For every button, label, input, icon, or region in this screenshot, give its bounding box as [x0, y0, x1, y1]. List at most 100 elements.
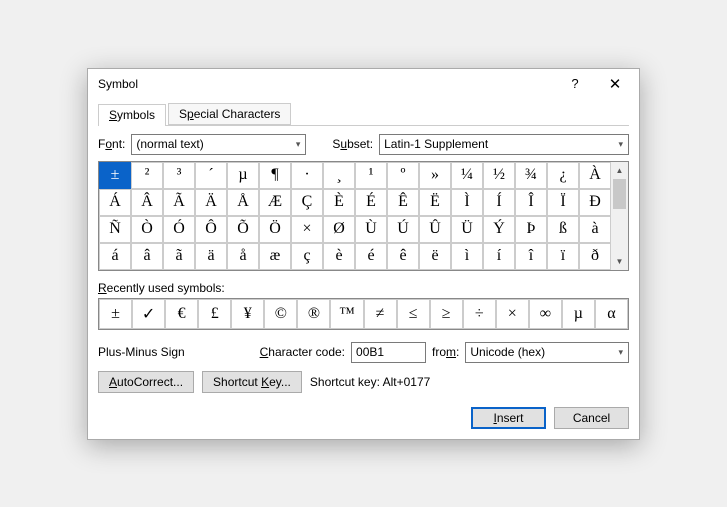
symbol-cell[interactable]: ¶ [259, 162, 291, 189]
symbol-cell[interactable]: Ï [547, 189, 579, 216]
symbol-cell[interactable]: Å [227, 189, 259, 216]
symbol-cell[interactable]: ã [163, 243, 195, 270]
font-combo[interactable]: (normal text) ▾ [131, 134, 306, 155]
symbol-cell[interactable]: ä [195, 243, 227, 270]
recent-symbol-cell[interactable]: ¥ [231, 299, 264, 329]
symbol-cell[interactable]: ¼ [451, 162, 483, 189]
shortcut-text: Shortcut key: Alt+0177 [310, 375, 430, 389]
symbol-dialog: Symbol ? ✕ SSymbolsymbols Special Charac… [87, 68, 640, 440]
recent-symbol-cell[interactable]: µ [562, 299, 595, 329]
shortcut-key-button[interactable]: Shortcut Key... [202, 371, 302, 393]
symbol-cell[interactable]: ì [451, 243, 483, 270]
symbol-cell[interactable]: Ý [483, 216, 515, 243]
cancel-button[interactable]: Cancel [554, 407, 629, 429]
recent-symbol-cell[interactable]: ± [99, 299, 132, 329]
symbol-cell[interactable]: ¸ [323, 162, 355, 189]
symbol-cell[interactable]: ï [547, 243, 579, 270]
symbol-cell[interactable]: µ [227, 162, 259, 189]
symbol-cell[interactable]: â [131, 243, 163, 270]
symbol-cell[interactable]: É [355, 189, 387, 216]
recent-symbol-cell[interactable]: ≤ [397, 299, 430, 329]
symbol-cell[interactable]: Ø [323, 216, 355, 243]
symbol-cell[interactable]: á [99, 243, 131, 270]
recent-symbol-cell[interactable]: ∞ [529, 299, 562, 329]
window-title: Symbol [98, 77, 555, 91]
recent-symbol-cell[interactable]: × [496, 299, 529, 329]
symbol-cell[interactable]: Ñ [99, 216, 131, 243]
recent-symbol-cell[interactable]: ÷ [463, 299, 496, 329]
symbol-cell[interactable]: î [515, 243, 547, 270]
tab-special-characters[interactable]: Special Characters [168, 103, 291, 125]
symbol-cell[interactable]: é [355, 243, 387, 270]
help-button[interactable]: ? [555, 70, 595, 98]
symbol-cell[interactable]: Þ [515, 216, 547, 243]
symbol-cell[interactable]: Â [131, 189, 163, 216]
symbol-cell[interactable]: · [291, 162, 323, 189]
symbol-cell[interactable]: í [483, 243, 515, 270]
autocorrect-button[interactable]: AutoCorrect... [98, 371, 194, 393]
symbol-cell[interactable]: Õ [227, 216, 259, 243]
symbol-cell[interactable]: Ö [259, 216, 291, 243]
symbol-cell[interactable]: Ì [451, 189, 483, 216]
symbol-cell[interactable]: ´ [195, 162, 227, 189]
grid-scrollbar[interactable]: ▲ ▼ [611, 162, 628, 270]
symbol-cell[interactable]: Ô [195, 216, 227, 243]
symbol-cell[interactable]: Û [419, 216, 451, 243]
scroll-up-icon[interactable]: ▲ [611, 162, 628, 179]
symbol-cell[interactable]: Î [515, 189, 547, 216]
symbol-cell[interactable]: Ò [131, 216, 163, 243]
recent-symbol-cell[interactable]: ≠ [364, 299, 397, 329]
recent-symbol-cell[interactable]: ™ [330, 299, 363, 329]
symbol-cell[interactable]: Ä [195, 189, 227, 216]
symbol-cell[interactable]: ½ [483, 162, 515, 189]
char-code-input[interactable] [351, 342, 426, 363]
close-button[interactable]: ✕ [595, 70, 635, 98]
symbol-cell[interactable]: Ü [451, 216, 483, 243]
recent-symbol-cell[interactable]: ≥ [430, 299, 463, 329]
symbol-cell[interactable]: ² [131, 162, 163, 189]
scroll-thumb[interactable] [613, 179, 626, 209]
symbol-cell[interactable]: × [291, 216, 323, 243]
symbol-cell[interactable]: À [579, 162, 611, 189]
symbol-cell[interactable]: å [227, 243, 259, 270]
symbol-cell[interactable]: ¾ [515, 162, 547, 189]
symbol-cell[interactable]: Í [483, 189, 515, 216]
symbol-cell[interactable]: Ð [579, 189, 611, 216]
symbol-cell[interactable]: Ç [291, 189, 323, 216]
symbol-cell[interactable]: ë [419, 243, 451, 270]
symbol-cell[interactable]: È [323, 189, 355, 216]
symbol-cell[interactable]: Ã [163, 189, 195, 216]
symbol-cell[interactable]: Ê [387, 189, 419, 216]
recent-symbol-cell[interactable]: £ [198, 299, 231, 329]
symbol-cell[interactable]: Ó [163, 216, 195, 243]
symbol-cell[interactable]: æ [259, 243, 291, 270]
symbol-cell[interactable]: ¹ [355, 162, 387, 189]
from-combo[interactable]: Unicode (hex) ▾ [465, 342, 629, 363]
subset-combo[interactable]: Latin-1 Supplement ▾ [379, 134, 629, 155]
symbol-cell[interactable]: º [387, 162, 419, 189]
symbol-cell[interactable]: ³ [163, 162, 195, 189]
shortcut-row: AutoCorrect... Shortcut Key... Shortcut … [98, 371, 629, 393]
symbol-cell[interactable]: Á [99, 189, 131, 216]
tab-symbols[interactable]: SSymbolsymbols [98, 104, 166, 126]
symbol-cell[interactable]: à [579, 216, 611, 243]
symbol-cell[interactable]: ê [387, 243, 419, 270]
symbol-cell[interactable]: ß [547, 216, 579, 243]
recent-symbol-cell[interactable]: € [165, 299, 198, 329]
insert-button[interactable]: Insert [471, 407, 546, 429]
symbol-cell[interactable]: Ë [419, 189, 451, 216]
symbol-cell[interactable]: Ú [387, 216, 419, 243]
symbol-cell[interactable]: è [323, 243, 355, 270]
symbol-cell[interactable]: ð [579, 243, 611, 270]
symbol-cell[interactable]: Ù [355, 216, 387, 243]
symbol-cell[interactable]: » [419, 162, 451, 189]
recent-symbol-cell[interactable]: © [264, 299, 297, 329]
symbol-cell[interactable]: ç [291, 243, 323, 270]
symbol-cell[interactable]: Æ [259, 189, 291, 216]
recent-symbol-cell[interactable]: ® [297, 299, 330, 329]
symbol-cell[interactable]: ¿ [547, 162, 579, 189]
recent-symbol-cell[interactable]: ✓ [132, 299, 165, 329]
scroll-down-icon[interactable]: ▼ [611, 253, 628, 270]
recent-symbol-cell[interactable]: α [595, 299, 628, 329]
symbol-cell[interactable]: ± [99, 162, 131, 189]
